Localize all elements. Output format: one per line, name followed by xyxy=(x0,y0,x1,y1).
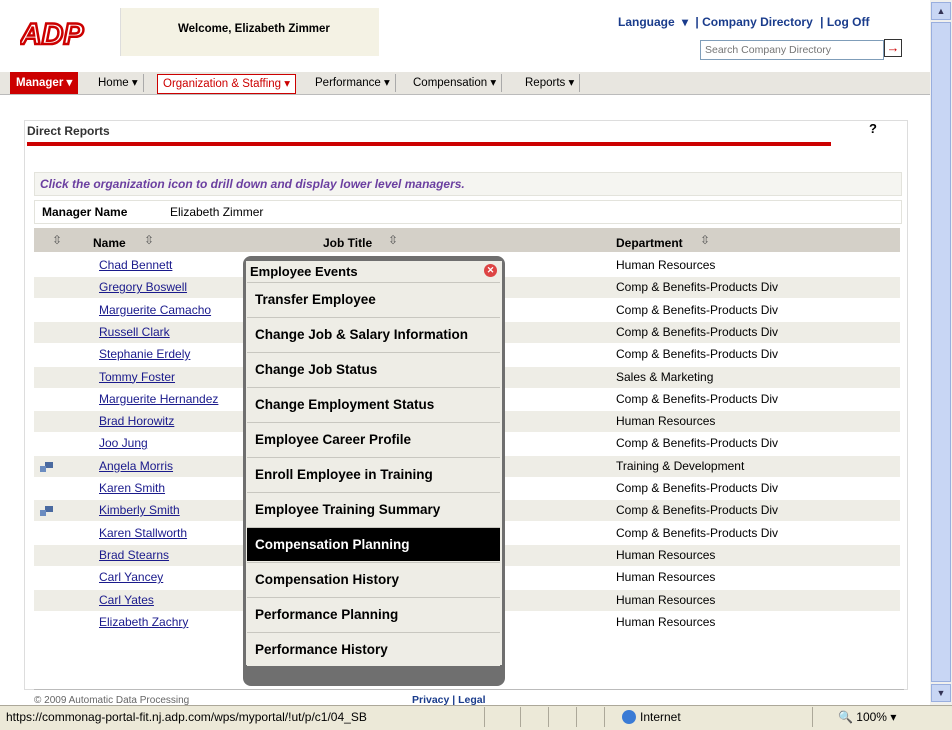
logout-link[interactable]: | Log Off xyxy=(820,15,869,29)
department-cell: Comp & Benefits-Products Div xyxy=(616,324,779,339)
zoom-value: 100% xyxy=(856,710,887,724)
chevron-down-icon[interactable]: ▾ xyxy=(682,15,688,29)
language-link[interactable]: Language xyxy=(618,15,675,29)
department-cell: Human Resources xyxy=(616,592,716,607)
adp-logo[interactable]: ADP xyxy=(20,18,90,48)
nav-manager[interactable]: Manager ▾ xyxy=(10,72,79,94)
employee-name-link[interactable]: Tommy Foster xyxy=(99,370,175,384)
menu-item[interactable]: Employee Training Summary xyxy=(247,492,500,526)
close-icon[interactable]: ✕ xyxy=(484,264,497,277)
department-cell: Human Resources xyxy=(616,414,716,429)
menu-item[interactable]: Change Employment Status xyxy=(247,387,500,421)
menu-item[interactable]: Change Job Status xyxy=(247,352,500,386)
menu-item[interactable]: Change Job & Salary Information xyxy=(247,317,500,351)
search-go-icon[interactable]: → xyxy=(884,39,902,57)
menu-item[interactable]: Performance History xyxy=(247,632,500,666)
employee-name-link[interactable]: Karen Smith xyxy=(99,481,165,495)
employee-name-link[interactable]: Marguerite Hernandez xyxy=(99,392,218,406)
department-cell: Comp & Benefits-Products Div xyxy=(616,280,779,295)
company-directory-link[interactable]: | Company Directory xyxy=(695,15,812,29)
scrollbar-thumb[interactable] xyxy=(931,22,951,682)
status-separator xyxy=(812,707,813,727)
department-cell: Human Resources xyxy=(616,258,716,272)
department-cell: Comp & Benefits-Products Div xyxy=(616,503,779,518)
department-cell: Human Resources xyxy=(616,614,716,629)
department-cell: Comp & Benefits-Products Div xyxy=(616,391,779,406)
nav-organization-staffing[interactable]: Organization & Staffing ▾ xyxy=(157,74,297,94)
department-cell: Comp & Benefits-Products Div xyxy=(616,436,779,451)
column-header-department[interactable]: Department xyxy=(616,236,683,250)
employee-name-link[interactable]: Marguerite Camacho xyxy=(99,303,211,317)
menu-item[interactable]: Transfer Employee xyxy=(247,282,500,316)
search-input[interactable] xyxy=(700,40,884,60)
employee-name-link[interactable]: Carl Yates xyxy=(99,593,154,607)
employee-name-link[interactable]: Kimberly Smith xyxy=(99,503,180,517)
svg-text:ADP: ADP xyxy=(20,18,84,48)
department-cell: Comp & Benefits-Products Div xyxy=(616,302,779,317)
status-separator xyxy=(520,707,521,727)
status-url: https://commonag-portal-fit.nj.adp.com/w… xyxy=(6,710,367,724)
popup-title: Employee Events xyxy=(250,264,358,279)
menu-item[interactable]: Performance Planning xyxy=(247,597,500,631)
security-zone: Internet xyxy=(640,710,681,724)
department-cell: Comp & Benefits-Products Div xyxy=(616,347,779,362)
column-header-name[interactable]: Name xyxy=(93,236,126,250)
employee-name-link[interactable]: Brad Horowitz xyxy=(99,414,174,428)
nav-compensation[interactable]: Compensation ▾ xyxy=(408,74,503,92)
status-separator xyxy=(604,707,605,727)
department-cell: Comp & Benefits-Products Div xyxy=(616,525,779,540)
status-separator xyxy=(576,707,577,727)
sort-icon[interactable]: ⇳ xyxy=(388,233,398,247)
menu-item[interactable]: Compensation Planning xyxy=(247,527,500,561)
organization-icon[interactable] xyxy=(40,461,54,472)
department-cell: Sales & Marketing xyxy=(616,369,714,384)
sort-icon[interactable]: ⇳ xyxy=(144,233,154,247)
status-separator xyxy=(484,707,485,727)
employee-name-link[interactable]: Elizabeth Zachry xyxy=(99,615,188,629)
sort-icon[interactable]: ⇳ xyxy=(700,233,710,247)
zoom-level[interactable]: 🔍 100% ▾ xyxy=(838,710,896,724)
menu-item[interactable]: Employee Career Profile xyxy=(247,422,500,456)
top-links: Language ▾ | Company Directory | Log Off xyxy=(618,15,873,29)
status-separator xyxy=(548,707,549,727)
manager-name-value: Elizabeth Zimmer xyxy=(170,205,264,219)
footer-divider xyxy=(34,689,904,690)
employee-name-link[interactable]: Karen Stallworth xyxy=(99,526,187,540)
scroll-down-icon[interactable]: ▼ xyxy=(931,684,951,702)
department-cell: Human Resources xyxy=(616,570,716,585)
globe-icon xyxy=(622,710,636,724)
table-header xyxy=(34,228,900,252)
nav-home[interactable]: Home ▾ xyxy=(93,74,144,92)
help-icon[interactable]: ? xyxy=(869,121,877,136)
page-title: Direct Reports xyxy=(27,124,110,138)
organization-icon[interactable] xyxy=(40,505,54,517)
employee-name-link[interactable]: Gregory Boswell xyxy=(99,280,187,294)
employee-name-link[interactable]: Carl Yancey xyxy=(99,570,163,584)
employee-name-link[interactable]: Stephanie Erdely xyxy=(99,347,190,361)
manager-box xyxy=(34,200,902,224)
department-cell: Training & Development xyxy=(616,458,745,473)
employee-name-link[interactable]: Joo Jung xyxy=(99,436,148,450)
sort-icon[interactable]: ⇳ xyxy=(52,233,62,247)
welcome-text: Welcome, Elizabeth Zimmer xyxy=(178,23,330,35)
department-cell: Comp & Benefits-Products Div xyxy=(616,481,779,495)
employee-name-link[interactable]: Brad Stearns xyxy=(99,548,169,562)
menu-item[interactable]: Enroll Employee in Training xyxy=(247,457,500,491)
instruction-text: Click the organization icon to drill dow… xyxy=(40,177,465,191)
menu-item[interactable]: Compensation History xyxy=(247,562,500,596)
employee-name-link[interactable]: Angela Morris xyxy=(99,459,173,473)
employee-name-link[interactable]: Russell Clark xyxy=(99,325,170,339)
scroll-up-icon[interactable]: ▲ xyxy=(931,2,951,20)
department-cell: Human Resources xyxy=(616,547,716,562)
nav-reports[interactable]: Reports ▾ xyxy=(520,74,581,92)
manager-name-label: Manager Name xyxy=(42,205,128,219)
title-divider xyxy=(27,142,831,146)
column-header-job-title[interactable]: Job Title xyxy=(323,236,372,250)
employee-name-link[interactable]: Chad Bennett xyxy=(99,258,172,272)
nav-performance[interactable]: Performance ▾ xyxy=(310,74,396,92)
